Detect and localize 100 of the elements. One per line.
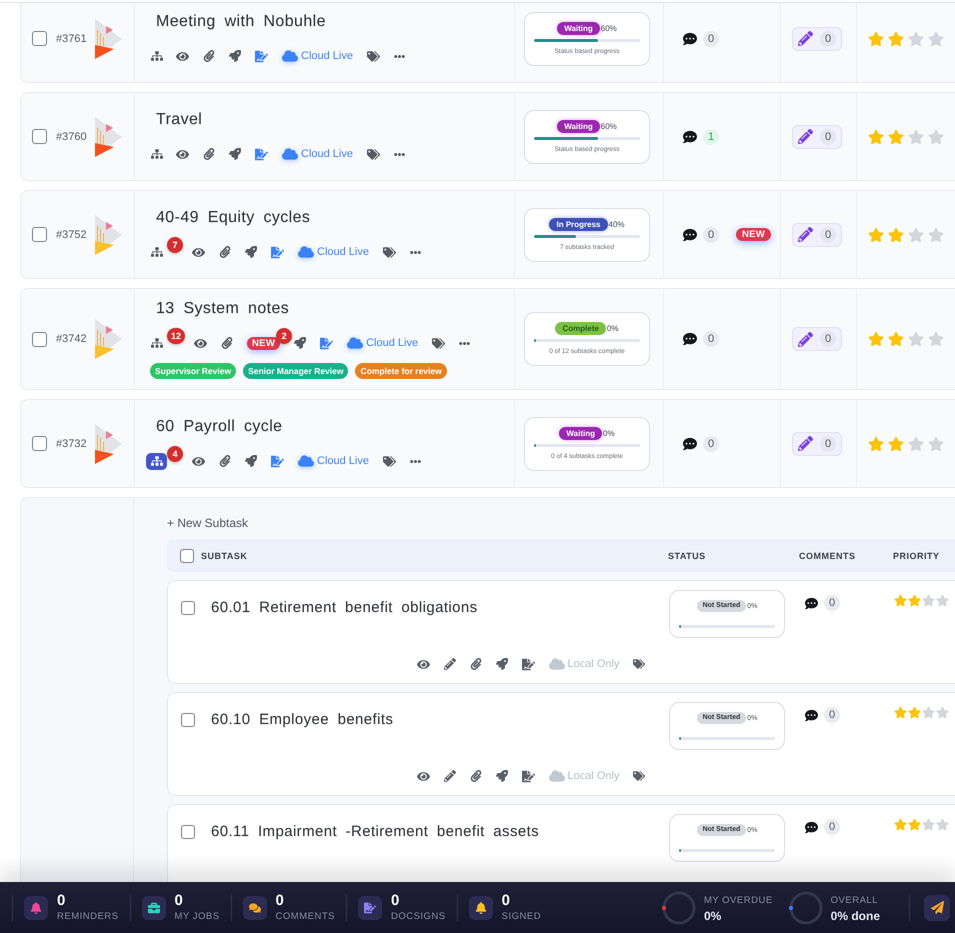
stat-label[interactable]: SIGNED [502, 911, 542, 922]
bell-icon[interactable] [24, 896, 48, 920]
star-icon[interactable] [908, 30, 924, 46]
star-icon[interactable] [936, 706, 949, 719]
new-subtask-button[interactable]: + New Subtask [167, 514, 248, 532]
cloud-icon[interactable] [298, 453, 314, 469]
rocket-icon[interactable] [496, 770, 508, 782]
star-icon[interactable] [908, 594, 921, 607]
rocket-icon[interactable] [245, 455, 257, 467]
eye-icon[interactable] [192, 454, 205, 468]
rocket-icon[interactable] [229, 50, 241, 62]
subtask-title[interactable]: 60.11 Impairment -Retirement benefit assets [211, 822, 540, 842]
pencil-icon[interactable] [444, 770, 456, 782]
star-icon[interactable] [922, 818, 935, 831]
subtask-title[interactable]: 60.10 Employee benefits [211, 710, 394, 730]
edit-button[interactable]: 0 [792, 124, 842, 148]
eye-icon[interactable] [176, 50, 189, 62]
signed-document-icon[interactable] [522, 770, 534, 782]
stat-label[interactable]: DOCSIGNS [390, 911, 446, 922]
eye-icon[interactable] [194, 336, 208, 350]
rocket-icon[interactable] [245, 246, 257, 258]
stat-label[interactable]: MY JOBS [174, 911, 220, 922]
signed-document-icon[interactable] [255, 50, 268, 62]
tags-icon[interactable] [633, 658, 646, 670]
star-icon[interactable] [894, 818, 907, 831]
star-icon[interactable] [868, 128, 884, 144]
star-icon[interactable] [868, 226, 884, 242]
rocket-icon[interactable] [294, 337, 306, 349]
star-icon[interactable] [888, 331, 904, 347]
comment-icon[interactable] [683, 228, 697, 242]
star-icon[interactable] [908, 818, 921, 831]
signed-document-icon[interactable] [271, 246, 284, 258]
cloud-icon[interactable] [282, 146, 298, 162]
rocket-icon[interactable] [496, 658, 508, 670]
star-icon[interactable] [868, 30, 884, 46]
signed-document-icon[interactable] [358, 896, 382, 920]
comment-icon[interactable] [805, 596, 818, 610]
pencil-icon[interactable] [444, 658, 456, 670]
rocket-icon[interactable] [229, 148, 241, 160]
signed-document-icon[interactable] [320, 336, 334, 350]
star-icon[interactable] [922, 594, 935, 607]
sync-label[interactable]: Cloud Live [301, 50, 353, 62]
briefcase-icon[interactable] [142, 896, 166, 920]
star-icon[interactable] [936, 594, 949, 607]
task-title[interactable]: Meeting with Nobuhle [146, 12, 326, 32]
paperclip-icon[interactable] [221, 337, 234, 349]
star-icon[interactable] [908, 226, 924, 242]
star-icon[interactable] [908, 706, 921, 719]
tags-icon[interactable] [633, 770, 646, 782]
star-icon[interactable] [908, 128, 924, 144]
star-icon[interactable] [868, 331, 884, 347]
comment-icon[interactable] [805, 708, 818, 722]
comment-icon[interactable] [683, 332, 697, 346]
cloud-icon[interactable] [298, 244, 314, 260]
comment-icon[interactable] [683, 130, 697, 144]
star-icon[interactable] [928, 226, 944, 242]
bell-icon[interactable] [468, 896, 493, 920]
star-icon[interactable] [888, 436, 904, 452]
star-icon[interactable] [894, 706, 907, 719]
task-title[interactable]: Travel [146, 110, 202, 130]
edit-button[interactable]: 0 [792, 26, 842, 50]
checkbox[interactable] [181, 601, 195, 615]
tags-icon[interactable] [366, 50, 380, 62]
task-title[interactable]: 13 System notes [146, 299, 290, 319]
eye-icon[interactable] [192, 246, 205, 258]
star-icon[interactable] [888, 226, 904, 242]
stat-label[interactable]: COMMENTS [276, 911, 335, 922]
stat-label[interactable]: REMINDERS [57, 911, 119, 922]
signed-document-icon[interactable] [255, 148, 268, 160]
tags-icon[interactable] [382, 454, 396, 468]
signed-document-icon[interactable] [271, 454, 284, 468]
eye-icon[interactable] [416, 658, 430, 670]
paperclip-icon[interactable] [219, 455, 231, 467]
paperclip-icon[interactable] [470, 770, 482, 782]
checkbox[interactable] [181, 713, 195, 727]
checkbox[interactable] [32, 129, 47, 144]
star-icon[interactable] [908, 436, 924, 452]
checkbox[interactable] [32, 436, 47, 451]
star-icon[interactable] [888, 128, 904, 144]
sync-label[interactable]: Cloud Live [317, 455, 369, 467]
comment-icon[interactable] [683, 436, 697, 450]
task-title[interactable]: 40-49 Equity cycles [146, 208, 310, 228]
star-icon[interactable] [888, 30, 904, 46]
sync-label[interactable]: Cloud Live [366, 337, 418, 349]
checkbox[interactable] [32, 332, 47, 346]
star-icon[interactable] [868, 436, 884, 452]
star-icon[interactable] [928, 30, 944, 46]
edit-button[interactable]: 0 [792, 222, 842, 246]
subtasks-button[interactable] [146, 452, 167, 470]
sync-label[interactable]: Cloud Live [317, 246, 369, 258]
chat-bubbles-icon[interactable] [242, 896, 267, 920]
subtask-title[interactable]: 60.01 Retirement benefit obligations [211, 598, 478, 618]
tags-icon[interactable] [382, 246, 396, 258]
paperclip-icon[interactable] [203, 50, 215, 62]
eye-icon[interactable] [416, 770, 430, 782]
star-icon[interactable] [908, 331, 924, 347]
checkbox[interactable] [32, 227, 47, 242]
sync-label[interactable]: Cloud Live [301, 148, 353, 160]
star-icon[interactable] [922, 706, 935, 719]
eye-icon[interactable] [176, 148, 189, 160]
